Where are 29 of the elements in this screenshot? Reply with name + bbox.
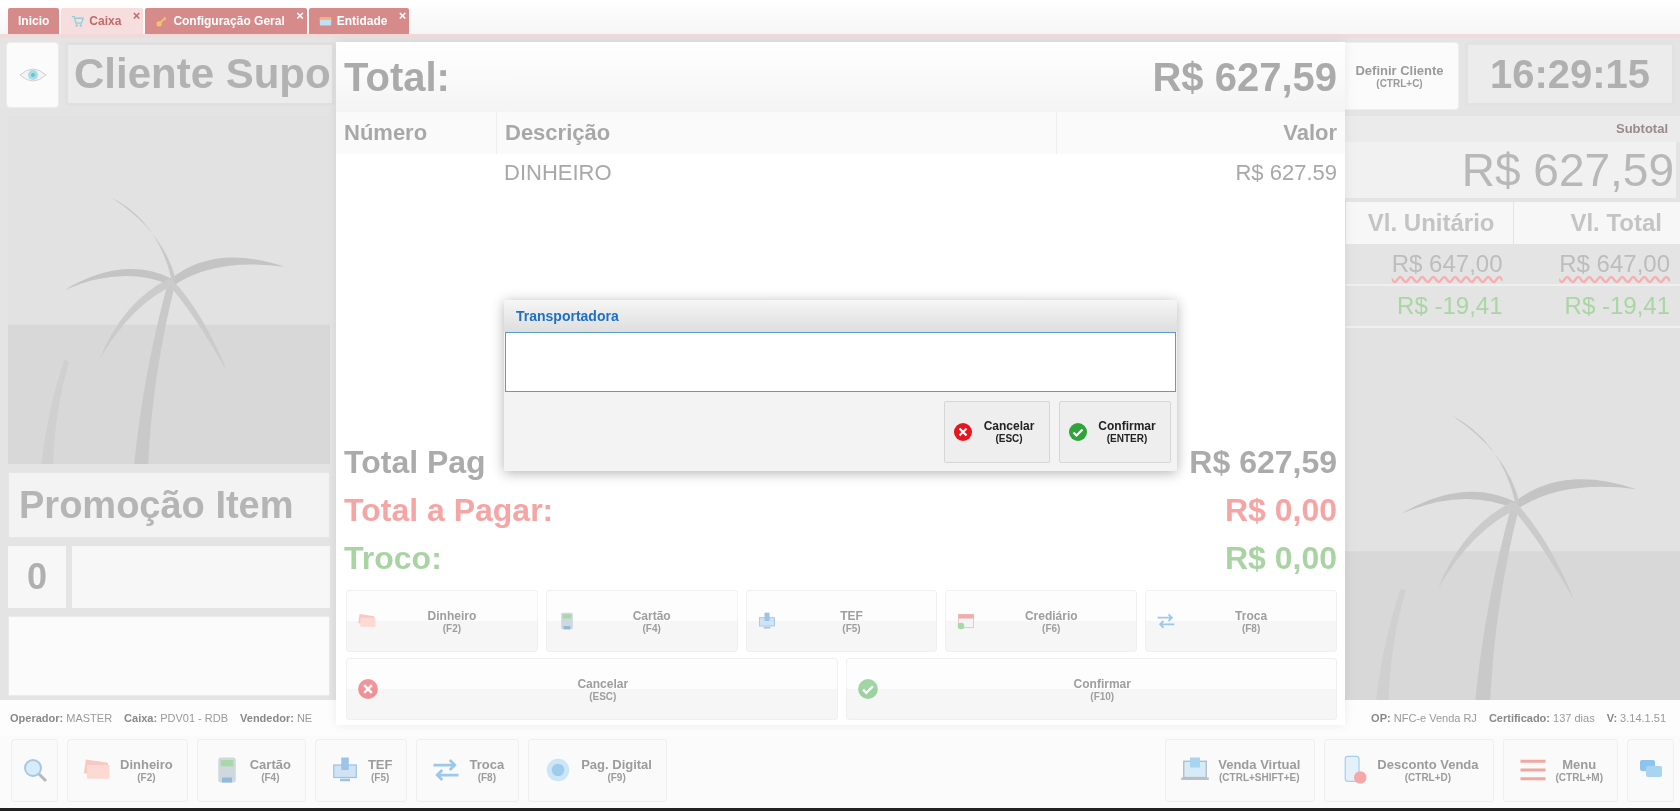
status-text: V: 3.14.1.51 xyxy=(1606,712,1666,724)
dialog-title: Transportadora xyxy=(504,300,1177,332)
summary-label: Total Pag xyxy=(344,443,486,481)
status-text: Caixa: PDV01 - RDB xyxy=(124,712,229,724)
subtotal-value: R$ 627,59 xyxy=(1345,142,1676,198)
summary-label: Total a Pagar: xyxy=(344,491,554,529)
status-text: Certificado: 137 dias xyxy=(1488,712,1595,724)
clock: 16:29:15 xyxy=(1465,42,1675,106)
table-cell-text: R$ -19,41 xyxy=(1563,291,1671,321)
table-cell-text: R$ -19,41 xyxy=(1396,291,1504,321)
column-header: Descrição xyxy=(496,112,1056,154)
promotion-panel: Promoção Item xyxy=(8,472,330,538)
column-header: Número xyxy=(343,119,429,147)
total-label: Total: xyxy=(344,54,450,100)
tab-label: Inicio xyxy=(18,14,50,28)
summary-value: R$ 0,00 xyxy=(1224,491,1337,529)
table-cell-text: R$ 627.59 xyxy=(1234,159,1338,187)
summary-label: Troco: xyxy=(344,539,442,577)
status-text: OP: NFC-e Venda RJ xyxy=(1371,712,1477,724)
column-header: Valor xyxy=(1056,112,1345,154)
status-text: Vendedor: NE xyxy=(240,712,313,724)
table-cell-text: DINHEIRO xyxy=(503,159,613,187)
tab-label: Caixa xyxy=(89,14,122,28)
tab-label: Entidade xyxy=(336,14,388,28)
subtotal-label: Subtotal xyxy=(1345,116,1680,142)
tab-label: Configuração Geral xyxy=(173,14,285,28)
summary-value: R$ 0,00 xyxy=(1224,539,1337,577)
status-text: Operador: MASTER xyxy=(10,712,113,724)
summary-value: R$ 627,59 xyxy=(1189,443,1337,481)
